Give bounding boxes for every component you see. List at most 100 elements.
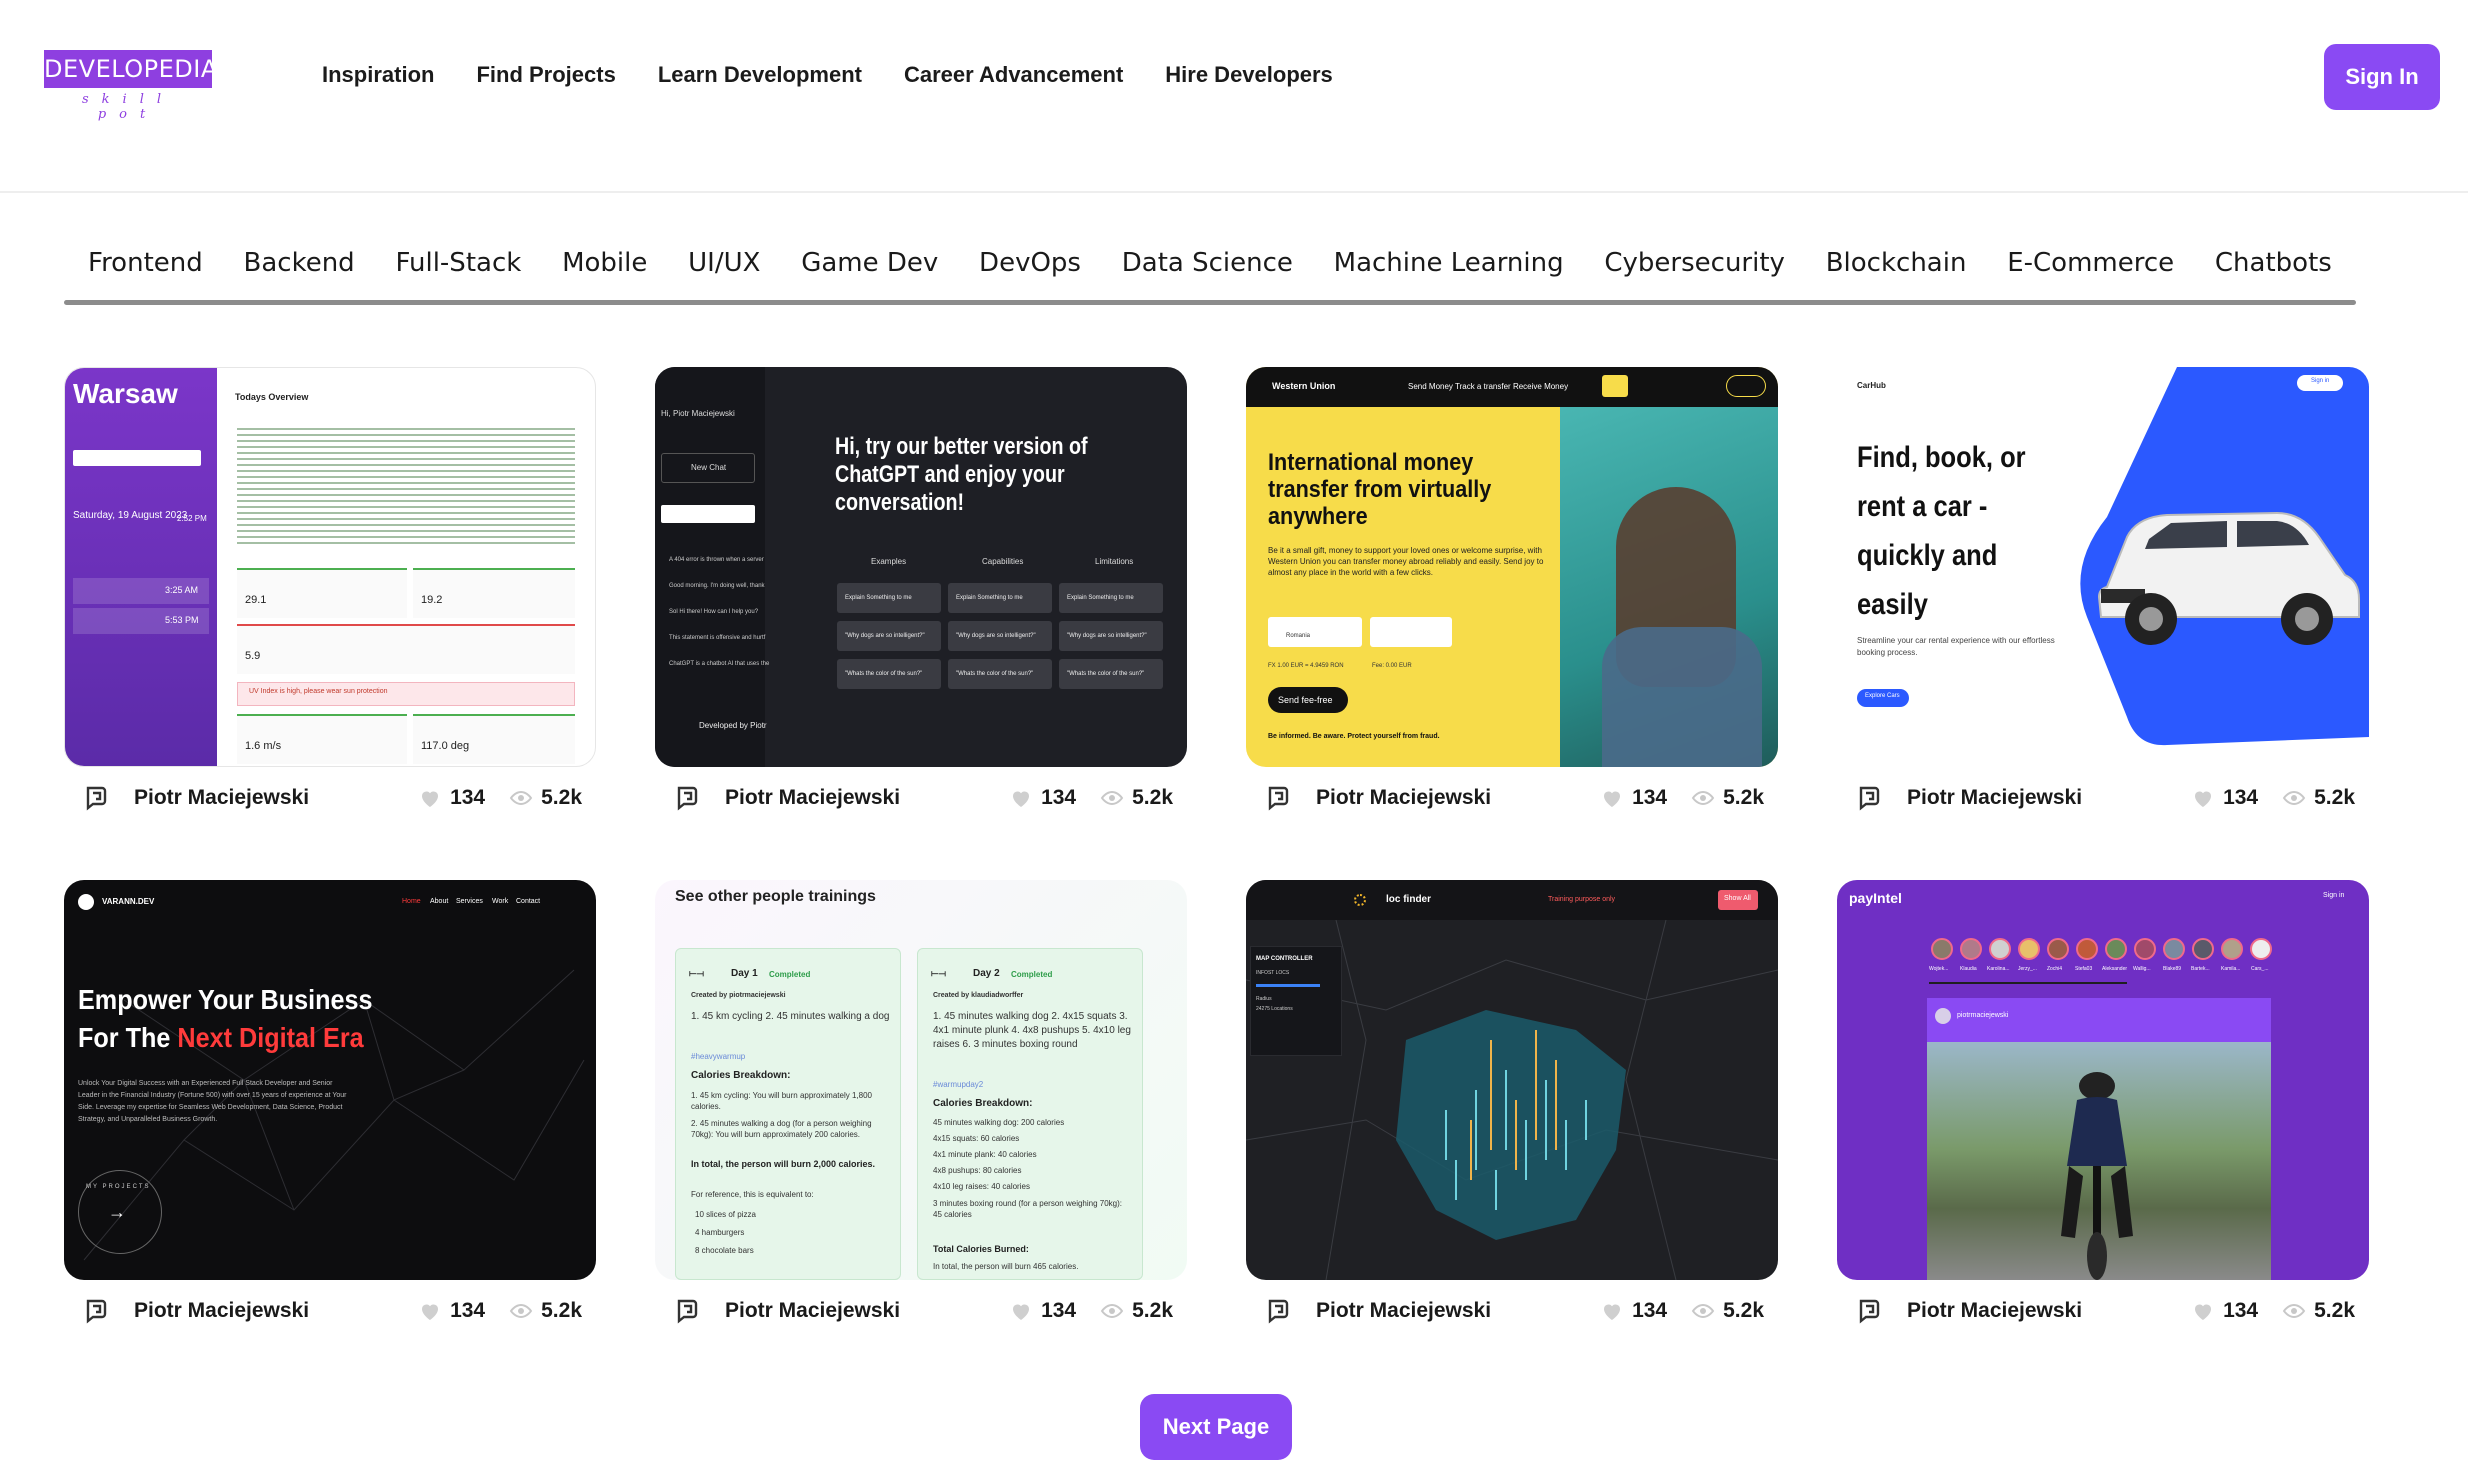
- author-name[interactable]: Piotr Maciejewski: [725, 1299, 1009, 1323]
- story-avatar: [2250, 938, 2272, 960]
- suv-car-image: [2097, 511, 2360, 645]
- carhub-signin-label: Sign in: [2311, 378, 2330, 384]
- day-1-label: Day 1: [731, 968, 758, 979]
- tab-cybersecurity[interactable]: Cybersecurity: [1604, 248, 1785, 278]
- author-name[interactable]: Piotr Maciejewski: [134, 786, 418, 810]
- heart-icon[interactable]: [1600, 1299, 1624, 1323]
- author-name[interactable]: Piotr Maciejewski: [134, 1299, 418, 1323]
- tab-machine-learning[interactable]: Machine Learning: [1334, 248, 1564, 278]
- chat-headline: Hi, try our better version of ChatGPT an…: [835, 433, 1088, 516]
- tab-chatbots[interactable]: Chatbots: [2215, 248, 2332, 278]
- nav-inspiration[interactable]: Inspiration: [322, 62, 434, 88]
- author-name[interactable]: Piotr Maciejewski: [1316, 786, 1600, 810]
- story-name: Blake89: [2163, 966, 2182, 972]
- training-banner: Training purpose only: [1548, 896, 1616, 903]
- max-temp-box: [237, 568, 407, 618]
- example-text: "Why dogs are so intelligent?": [956, 633, 1036, 639]
- category-scrollbar[interactable]: [64, 300, 2356, 305]
- heart-icon[interactable]: [1009, 786, 1033, 810]
- tab-blockchain[interactable]: Blockchain: [1826, 248, 1967, 278]
- story-name: Klaudia: [1960, 966, 1977, 972]
- heart-icon[interactable]: [418, 1299, 442, 1323]
- wind-direction-value: 117.0 deg: [421, 740, 470, 752]
- example-text: "Whats the color of the sun?": [956, 671, 1034, 677]
- author-name[interactable]: Piotr Maciejewski: [1316, 1299, 1600, 1323]
- wu-person-jacket: [1602, 627, 1762, 767]
- card-meta: Piotr Maciejewski 134 5.2k: [1264, 783, 1764, 813]
- nav-career-advancement[interactable]: Career Advancement: [904, 62, 1123, 88]
- tab-devops[interactable]: DevOps: [979, 248, 1081, 278]
- next-page-button[interactable]: Next Page: [1140, 1394, 1292, 1460]
- project-thumbnail[interactable]: Western Union Send Money Track a transfe…: [1246, 367, 1778, 767]
- wu-headline: International money transfer from virtua…: [1268, 449, 1492, 530]
- likes-count: 134: [1632, 1299, 1668, 1322]
- cyclist-illustration: [2061, 1072, 2133, 1280]
- city-name: Warsaw: [73, 378, 178, 409]
- project-thumbnail[interactable]: VARANN.DEV Home About Services Work Cont…: [64, 880, 596, 1280]
- tab-data-science[interactable]: Data Science: [1122, 248, 1293, 278]
- trainings-title: See other people trainings: [675, 888, 876, 905]
- sign-in-button[interactable]: Sign In: [2324, 44, 2440, 110]
- heart-icon[interactable]: [418, 786, 442, 810]
- eye-icon: [2282, 1303, 2306, 1319]
- nav-hire-developers[interactable]: Hire Developers: [1165, 62, 1333, 88]
- author-name[interactable]: Piotr Maciejewski: [725, 786, 1009, 810]
- story-avatar: [2076, 938, 2098, 960]
- story-avatar: [1931, 938, 1953, 960]
- story-avatar: [2221, 938, 2243, 960]
- weather-time: 2:52 PM: [177, 514, 207, 523]
- author-name[interactable]: Piotr Maciejewski: [1907, 1299, 2191, 1323]
- day-1-description: 1. 45 km cycling 2. 45 minutes walking a…: [691, 1011, 890, 1022]
- tab-full-stack[interactable]: Full-Stack: [395, 248, 521, 278]
- tab-e-commerce[interactable]: E-Commerce: [2007, 248, 2174, 278]
- nav-find-projects[interactable]: Find Projects: [476, 62, 615, 88]
- likes-count: 134: [450, 1299, 486, 1322]
- locations-count: 24275 Locations: [1256, 1006, 1293, 1012]
- carhub-logo: CarHub: [1857, 381, 1886, 390]
- likes-count: 134: [1632, 786, 1668, 809]
- nav-learn-development[interactable]: Learn Development: [658, 62, 862, 88]
- project-card: Hi, Piotr Maciejewski New Chat A 404 err…: [655, 367, 1187, 811]
- views-count: 5.2k: [1723, 786, 1764, 809]
- story-avatar: [2018, 938, 2040, 960]
- project-thumbnail[interactable]: Hi, Piotr Maciejewski New Chat A 404 err…: [655, 367, 1187, 767]
- chat-greeting: Hi, Piotr Maciejewski: [661, 409, 735, 418]
- developedia-logo[interactable]: DEVELOPEDIA skill pot: [44, 50, 217, 122]
- carhub-headline: Find, book, or rent a car - quickly and …: [1857, 441, 2026, 621]
- heart-icon[interactable]: [1600, 786, 1624, 810]
- sunset-time: 5:53 PM: [165, 615, 199, 625]
- card-meta: Piotr Maciejewski 134 5.2k: [1855, 783, 2355, 813]
- project-thumbnail[interactable]: loc finder Training purpose only Show Al…: [1246, 880, 1778, 1280]
- story-name: Aleksander: [2102, 966, 2128, 972]
- wind-speed-box: [237, 714, 407, 764]
- project-thumbnail[interactable]: Warsaw Saturday, 19 August 2023 2:52 PM …: [64, 367, 596, 767]
- sunrise-time: 3:25 AM: [165, 585, 199, 595]
- heart-icon[interactable]: [2191, 786, 2215, 810]
- project-thumbnail[interactable]: payIntel Sign in Wojtek... Klaudia Karol…: [1837, 880, 2369, 1280]
- tab-ui-ux[interactable]: UI/UX: [688, 248, 760, 278]
- project-thumbnail[interactable]: See other people trainings ⟝⟞ Day 1 Comp…: [655, 880, 1187, 1280]
- wu-fraud-note: Be informed. Be aware. Protect yourself …: [1268, 733, 1440, 740]
- heart-icon[interactable]: [2191, 1299, 2215, 1323]
- tab-game-dev[interactable]: Game Dev: [801, 248, 938, 278]
- locfinder-logo-icon: [1354, 894, 1366, 906]
- project-thumbnail[interactable]: CarHub Sign in Find, book, or rent a car…: [1837, 367, 2369, 767]
- story-name: Karolina...: [1987, 966, 2010, 972]
- tab-backend[interactable]: Backend: [244, 248, 355, 278]
- story-avatar: [2105, 938, 2127, 960]
- author-avatar-icon: [86, 786, 107, 811]
- tab-frontend[interactable]: Frontend: [88, 248, 203, 278]
- tab-mobile[interactable]: Mobile: [562, 248, 647, 278]
- limitations-label: Limitations: [1095, 557, 1134, 566]
- card-meta: Piotr Maciejewski 134 5.2k: [82, 783, 582, 813]
- example-text: Explain Something to me: [845, 595, 912, 601]
- wu-rate: FX 1.00 EUR = 4.9459 RON: [1268, 663, 1344, 669]
- overview-title: Todays Overview: [235, 392, 309, 402]
- eye-icon: [509, 790, 533, 806]
- history-item: A 404 error is thrown when a server: [669, 557, 764, 563]
- author-name[interactable]: Piotr Maciejewski: [1907, 786, 2191, 810]
- payintel-logo: payIntel: [1849, 890, 1902, 906]
- heart-icon[interactable]: [1009, 1299, 1033, 1323]
- day-1-status: Completed: [769, 970, 811, 979]
- views-count: 5.2k: [1132, 786, 1173, 809]
